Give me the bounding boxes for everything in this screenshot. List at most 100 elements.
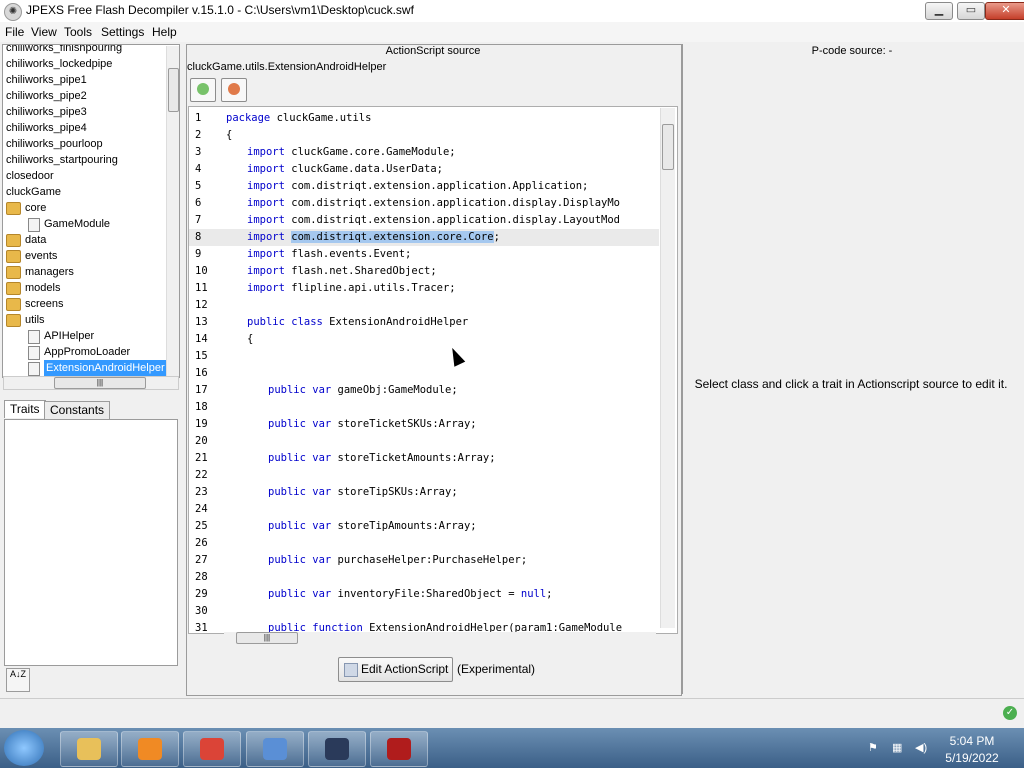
code-line[interactable]: 4 import cluckGame.data.UserData;: [189, 161, 659, 178]
code-rest: com.distriqt.extension.application.displ…: [284, 214, 620, 226]
installer-task[interactable]: [246, 731, 304, 767]
code-line[interactable]: 1 package cluckGame.utils: [189, 110, 659, 127]
ffdec-task[interactable]: [308, 731, 366, 767]
code-rest: storeTipAmounts:Array;: [331, 520, 477, 532]
explorer-task[interactable]: [60, 731, 118, 767]
code-line[interactable]: 2{: [189, 127, 659, 144]
code-line[interactable]: 30: [189, 603, 659, 620]
class-icon: [28, 330, 40, 344]
code-keyword: import: [247, 248, 285, 260]
line-number: 20: [195, 435, 208, 447]
sort-az-button[interactable]: A↓Z: [6, 668, 30, 692]
close-button[interactable]: ✕: [985, 2, 1024, 20]
code-line[interactable]: 11 import flipline.api.utils.Tracer;: [189, 280, 659, 297]
flash-task[interactable]: [370, 731, 428, 767]
code-line[interactable]: 22: [189, 467, 659, 484]
code-line[interactable]: 19 public var storeTicketSKUs:Array;: [189, 416, 659, 433]
code-text: import com.distriqt.extension.applicatio…: [247, 178, 588, 195]
traits-tabs: Traits Constants: [2, 398, 178, 419]
code-line[interactable]: 21 public var storeTicketAmounts:Array;: [189, 450, 659, 467]
tab-constants[interactable]: Constants: [44, 401, 111, 419]
line-number: 12: [195, 299, 208, 311]
code-keyword: public var: [268, 520, 332, 532]
code-line[interactable]: 28: [189, 569, 659, 586]
code-line[interactable]: 14 {: [189, 331, 659, 348]
remove-trait-button[interactable]: [221, 78, 247, 102]
tree-item-label: ExtensionAndroidHelper: [44, 360, 167, 376]
class-tree[interactable]: chiliworks_finishpouring chiliworks_locke…: [2, 44, 180, 378]
code-line[interactable]: 18: [189, 399, 659, 416]
network-icon[interactable]: ▦: [892, 741, 906, 755]
maximize-button[interactable]: ▭: [957, 2, 985, 20]
code-line[interactable]: 10 import flash.net.SharedObject;: [189, 263, 659, 280]
code-rest: cluckGame.data.UserData;: [284, 163, 443, 175]
code-line[interactable]: 26: [189, 535, 659, 552]
code-text: {: [247, 331, 253, 348]
tree-vscroll-thumb[interactable]: [168, 68, 179, 112]
code-line[interactable]: 8 import com.distriqt.extension.core.Core…: [189, 229, 659, 246]
menu-file[interactable]: File: [3, 24, 26, 40]
code-line[interactable]: 13 public class ExtensionAndroidHelper: [189, 314, 659, 331]
line-number: 6: [195, 197, 202, 209]
code-line[interactable]: 12: [189, 297, 659, 314]
edit-actionscript-label: Edit ActionScript: [361, 662, 449, 676]
tab-traits[interactable]: Traits: [4, 400, 46, 418]
line-number: 13: [195, 316, 208, 328]
line-number: 19: [195, 418, 208, 430]
traits-list[interactable]: [4, 419, 178, 666]
window-title: JPEXS Free Flash Decompiler v.15.1.0 - C…: [26, 3, 414, 17]
edit-actionscript-button[interactable]: Edit ActionScript: [338, 657, 453, 682]
code-line[interactable]: 16: [189, 365, 659, 382]
add-trait-button[interactable]: [190, 78, 216, 102]
chrome-task[interactable]: [183, 731, 241, 767]
menu-settings[interactable]: Settings: [99, 24, 146, 40]
code-line[interactable]: 17 public var gameObj:GameModule;: [189, 382, 659, 399]
code-line[interactable]: 20: [189, 433, 659, 450]
menu-help[interactable]: Help: [150, 24, 179, 40]
code-line[interactable]: 6 import com.distriqt.extension.applicati…: [189, 195, 659, 212]
minimize-button[interactable]: ▁: [925, 2, 953, 20]
code-vertical-scrollbar[interactable]: [660, 108, 675, 628]
code-text: public var storeTicketSKUs:Array;: [268, 416, 477, 433]
code-line[interactable]: 23 public var storeTipSKUs:Array;: [189, 484, 659, 501]
clock-date[interactable]: 5/19/2022: [940, 751, 1004, 765]
tree-vertical-scrollbar[interactable]: [166, 46, 179, 376]
line-number: 15: [195, 350, 208, 362]
code-keyword: import: [247, 180, 285, 192]
tree-item-label: models: [25, 282, 61, 294]
tree-hscroll-thumb[interactable]: |||: [54, 377, 146, 389]
start-button[interactable]: [4, 730, 44, 766]
code-line[interactable]: 25 public var storeTipAmounts:Array;: [189, 518, 659, 535]
code-horizontal-scrollbar[interactable]: |||: [224, 632, 656, 644]
code-line[interactable]: 3 import cluckGame.core.GameModule;: [189, 144, 659, 161]
ffdec-app-icon[interactable]: ✺: [4, 3, 22, 21]
code-hscroll-thumb[interactable]: |||: [236, 632, 298, 644]
code-rest: cluckGame.core.GameModule;: [284, 146, 456, 158]
code-line[interactable]: 5 import com.distriqt.extension.applicati…: [189, 178, 659, 195]
code-line[interactable]: 29 public var inventoryFile:SharedObject …: [189, 586, 659, 603]
media-player-task[interactable]: [121, 731, 179, 767]
action-center-icon[interactable]: ⚑: [868, 741, 882, 755]
volume-icon[interactable]: ◀): [915, 741, 929, 755]
code-vscroll-thumb[interactable]: [662, 124, 674, 170]
code-line[interactable]: 27 public var purchaseHelper:PurchaseHelp…: [189, 552, 659, 569]
actionscript-editor[interactable]: 1 package cluckGame.utils 2{3 import cluckG…: [188, 106, 678, 634]
code-rest: purchaseHelper:PurchaseHelper;: [331, 554, 528, 566]
code-keyword: import: [247, 197, 285, 209]
menu-view[interactable]: View: [29, 24, 59, 40]
clock-time[interactable]: 5:04 PM: [940, 734, 1004, 748]
tree-horizontal-scrollbar[interactable]: |||: [3, 376, 179, 390]
line-number: 1: [195, 112, 202, 124]
edit-icon: [344, 663, 358, 677]
class-icon: [28, 218, 40, 232]
code-line[interactable]: 9 import flash.events.Event;: [189, 246, 659, 263]
tree-item-label: chiliworks_startpouring: [6, 154, 118, 166]
code-line[interactable]: 7 import com.distriqt.extension.applicati…: [189, 212, 659, 229]
code-rest: flipline.api.utils.Tracer;: [284, 282, 456, 294]
code-line[interactable]: 24: [189, 501, 659, 518]
line-number: 17: [195, 384, 208, 396]
line-number: 14: [195, 333, 208, 345]
menu-tools[interactable]: Tools: [62, 24, 94, 40]
code-line[interactable]: 15: [189, 348, 659, 365]
line-number: 26: [195, 537, 208, 549]
